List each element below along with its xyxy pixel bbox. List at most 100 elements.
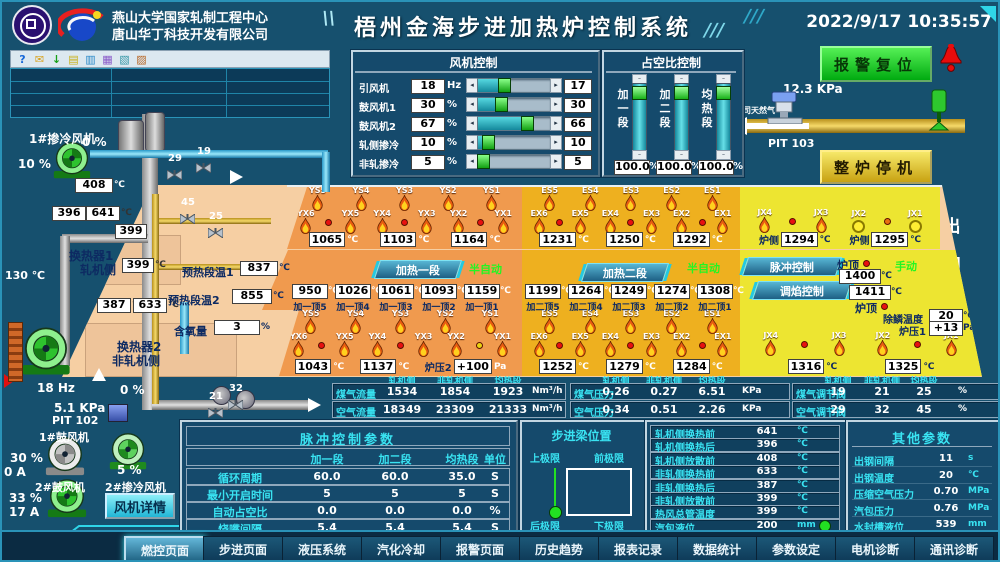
fan-slider-thumb[interactable] xyxy=(477,154,490,169)
other-value: 0.70 xyxy=(928,486,964,497)
duty-slider-track[interactable] xyxy=(674,83,689,151)
tool-icon[interactable]: ▨ xyxy=(135,53,148,66)
duty-slider-thumb[interactable] xyxy=(674,86,689,100)
nav-tab-3[interactable]: 液压系统 xyxy=(282,536,362,562)
nav-tab-7[interactable]: 报表记录 xyxy=(598,536,678,562)
duty-slider-thumb[interactable] xyxy=(632,86,647,100)
fan-slider-track[interactable] xyxy=(477,78,551,93)
valve-icon[interactable] xyxy=(196,158,211,168)
nav-tab-1[interactable]: 燃控页面 xyxy=(124,536,206,562)
fan-slider-thumb[interactable] xyxy=(498,78,511,93)
report-icon[interactable]: ▦ xyxy=(101,53,114,66)
fan-slider-thumb[interactable] xyxy=(521,116,534,131)
heat-exchanger-label: 轧机侧 xyxy=(80,261,116,278)
heating-zone1-button[interactable]: 加热一段 xyxy=(374,260,462,279)
duty-slider-track[interactable] xyxy=(716,83,731,151)
fan-slider-track[interactable] xyxy=(477,97,551,112)
nav-tab-2[interactable]: 步进页面 xyxy=(203,536,283,562)
burner-zone-band1-0: YS5YS4YS3YS2YS1YX6YX5YX4YX3YX2YX11065℃11… xyxy=(287,187,522,249)
alarm-reset-button[interactable]: 报警复位 xyxy=(820,46,932,82)
beam-guide-line xyxy=(554,468,556,510)
burner-label: YX4 xyxy=(369,332,387,341)
slider-right-arrow[interactable]: ▸ xyxy=(550,97,562,112)
fan-setpoint-input[interactable]: 10 xyxy=(411,136,445,151)
slider-right-arrow[interactable]: ▸ xyxy=(550,135,562,150)
soak-roof2-dot xyxy=(881,303,888,310)
fan-slider-track[interactable] xyxy=(477,116,551,131)
burner-unit: JX4 xyxy=(752,208,778,233)
left-diagram-label: 18 Hz xyxy=(37,381,75,395)
fan-output-value: 66 xyxy=(564,117,592,132)
pulse-cell-value[interactable]: % xyxy=(463,504,527,517)
fan-setpoint-input[interactable]: 5 xyxy=(411,155,445,170)
fan-setpoint-input[interactable]: 18 xyxy=(411,79,445,94)
pulse-cell-value[interactable]: 0.0 xyxy=(363,504,427,517)
nav-tab-6[interactable]: 历史趋势 xyxy=(519,536,599,562)
valve-icon[interactable] xyxy=(180,209,195,219)
fan-detail-button[interactable]: 风机详情 xyxy=(105,493,175,519)
duty-value: 100.0 xyxy=(698,160,734,175)
fan-slider-thumb[interactable] xyxy=(482,135,495,150)
pulse-cell-value[interactable]: 60.0 xyxy=(363,470,427,483)
window-icon[interactable]: ▧ xyxy=(118,53,131,66)
burner-unit: YX2 xyxy=(446,209,472,234)
roof-temp-value: 1308 xyxy=(697,284,733,299)
valve-icon[interactable] xyxy=(228,395,243,405)
pulse-cell-value[interactable]: 5 xyxy=(363,487,427,500)
burner-label: JX3 xyxy=(814,208,829,217)
table-cell-value: 2.26 xyxy=(682,403,742,416)
valve-icon[interactable] xyxy=(167,165,182,175)
furnace-stop-button[interactable]: 整炉停机 xyxy=(820,150,932,184)
pulse-cell-value[interactable]: S xyxy=(463,487,527,500)
zone-temp-unit: ℃ xyxy=(712,235,723,245)
pulse-cell-value[interactable]: 0.0 xyxy=(295,504,359,517)
fan-slider-thumb[interactable] xyxy=(495,97,508,112)
lock-icon[interactable] xyxy=(152,53,165,66)
alarm-grid-line xyxy=(111,69,112,117)
burner-unit: EX4 xyxy=(597,332,623,357)
mail-icon[interactable]: ✉ xyxy=(33,53,46,66)
pulse-cell-value[interactable]: 60.0 xyxy=(295,470,359,483)
burner-unit: ES5 xyxy=(537,186,563,211)
fan-unit-label: % xyxy=(447,99,465,112)
zone-temp-item: 1250℃ xyxy=(606,232,656,247)
fan-setpoint-input[interactable]: 67 xyxy=(411,117,445,132)
burner-label: YX4 xyxy=(373,209,391,218)
fan-setpoint-input[interactable]: 30 xyxy=(411,98,445,113)
page-title: 梧州金海步进加热炉控制系统 xyxy=(354,10,692,42)
flame-icon xyxy=(833,340,846,356)
flame-control-button[interactable]: 调焰控制 xyxy=(752,281,852,300)
fan-slider-track[interactable] xyxy=(477,135,551,150)
duty-slider-down[interactable]: – xyxy=(716,150,731,160)
valve-icon[interactable] xyxy=(208,403,223,413)
nav-tab-4[interactable]: 汽化冷却 xyxy=(361,536,441,562)
download-icon[interactable]: ↓ xyxy=(50,53,63,66)
burner-row: JX4JX3JX2JX1 xyxy=(740,206,940,233)
left-diagram-label: 0 % xyxy=(120,383,145,397)
slider-right-arrow[interactable]: ▸ xyxy=(550,154,562,169)
nav-tab-11[interactable]: 通讯诊断 xyxy=(914,536,994,562)
slider-right-arrow[interactable]: ▸ xyxy=(550,78,562,93)
duty-slider-down[interactable]: – xyxy=(632,150,647,160)
pulse-control-button[interactable]: 脉冲控制 xyxy=(742,257,842,276)
slider-right-arrow[interactable]: ▸ xyxy=(550,116,562,131)
nav-tab-9[interactable]: 参数设定 xyxy=(756,536,836,562)
duty-slider-track[interactable] xyxy=(632,83,647,151)
fan-slider-track[interactable] xyxy=(477,154,551,169)
help-icon[interactable]: ? xyxy=(16,53,29,66)
nav-tab-10[interactable]: 电机诊断 xyxy=(835,536,915,562)
folder-icon[interactable]: ▤ xyxy=(67,53,80,66)
table-unit: Nm³/h xyxy=(532,386,563,396)
chart-icon[interactable]: ▥ xyxy=(84,53,97,66)
temp-readout-box: 408 xyxy=(75,178,113,193)
duty-slider-down[interactable]: – xyxy=(674,150,689,160)
gas-shutoff-valve-icon[interactable] xyxy=(928,88,950,132)
heating-zone2-button[interactable]: 加热二段 xyxy=(581,263,669,282)
duty-slider-thumb[interactable] xyxy=(716,86,731,100)
pulse-cell-value[interactable]: S xyxy=(463,470,527,483)
valve-icon[interactable] xyxy=(208,223,223,233)
nav-tab-8[interactable]: 数据统计 xyxy=(677,536,757,562)
pulse-cell-value[interactable]: 5 xyxy=(295,487,359,500)
pulse-row-label: 自动占空比 xyxy=(190,504,290,520)
nav-tab-5[interactable]: 报警页面 xyxy=(440,536,520,562)
